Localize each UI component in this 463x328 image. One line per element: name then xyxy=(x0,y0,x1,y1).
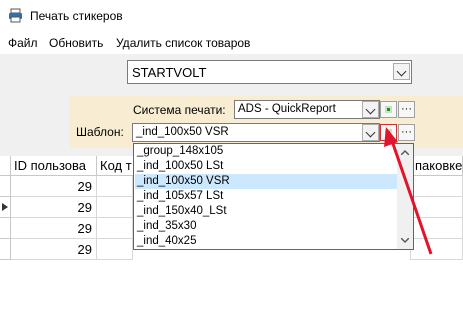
template-value: _ind_100x50 VSR xyxy=(136,126,229,138)
chevron-down-icon xyxy=(365,127,376,138)
triangle-right-icon xyxy=(2,203,8,211)
print-system-select[interactable]: ADS - QuickReport xyxy=(234,100,380,119)
template-option[interactable]: _ind_100x50 LSt xyxy=(135,159,397,174)
print-system-more-button[interactable]: ··· xyxy=(398,101,415,118)
print-system-dropdown-button[interactable] xyxy=(362,101,379,118)
template-option[interactable]: _group_148x105 xyxy=(135,144,397,159)
template-label: Шаблон: xyxy=(76,125,124,139)
company-dropdown-button[interactable] xyxy=(393,63,410,80)
row-indicator xyxy=(0,197,11,218)
company-select[interactable]: STARTVOLT xyxy=(127,60,412,84)
row-indicator xyxy=(0,176,11,197)
cell-user-id[interactable]: 29 xyxy=(11,197,97,218)
printer-icon xyxy=(9,8,22,23)
template-option[interactable]: _ind_105x57 LSt xyxy=(135,189,397,204)
chevron-down-icon xyxy=(365,104,376,115)
print-system-add-button[interactable] xyxy=(380,101,397,118)
menu-bar: Файл Обновить Удалить список товаров xyxy=(0,32,463,54)
cell-user-id[interactable]: 29 xyxy=(11,239,97,260)
cell-code[interactable] xyxy=(97,197,133,218)
template-option[interactable]: _ind_150x40_LSt xyxy=(135,204,397,219)
company-select-value: STARTVOLT xyxy=(132,65,207,80)
print-system-value: ADS - QuickReport xyxy=(238,103,336,115)
ellipsis-icon: ··· xyxy=(401,103,412,115)
chevron-down-icon xyxy=(396,66,407,77)
template-option[interactable]: _ind_35x30 xyxy=(135,219,397,234)
cell-code[interactable] xyxy=(97,176,133,197)
row-indicator xyxy=(0,218,11,239)
template-option-selected[interactable]: _ind_100x50 VSR xyxy=(135,174,397,189)
template-option[interactable]: _ind_40x25 xyxy=(135,234,397,249)
window-title: Печать стикеров xyxy=(30,9,123,23)
column-header-code[interactable]: Код т xyxy=(97,156,137,176)
menu-file[interactable]: Файл xyxy=(8,36,38,50)
menu-delete-list[interactable]: Удалить список товаров xyxy=(116,36,250,50)
green-square-icon xyxy=(385,106,392,113)
row-indicator xyxy=(0,239,11,260)
title-bar: Печать стикеров xyxy=(0,0,463,32)
print-system-label: Система печати: xyxy=(133,103,226,117)
column-header-user-id[interactable]: ID пользова xyxy=(11,156,97,176)
template-dropdown-list[interactable]: _group_148x105 _ind_100x50 LSt _ind_100x… xyxy=(133,143,414,250)
red-arrow xyxy=(384,127,433,255)
cell-user-id[interactable]: 29 xyxy=(11,218,97,239)
template-select[interactable]: _ind_100x50 VSR xyxy=(132,123,380,142)
cell-code[interactable] xyxy=(97,239,133,260)
cell-user-id[interactable]: 29 xyxy=(11,176,97,197)
grid-corner xyxy=(0,156,11,176)
template-dropdown-button[interactable] xyxy=(362,124,379,141)
menu-refresh[interactable]: Обновить xyxy=(49,36,103,50)
cell-code[interactable] xyxy=(97,218,133,239)
